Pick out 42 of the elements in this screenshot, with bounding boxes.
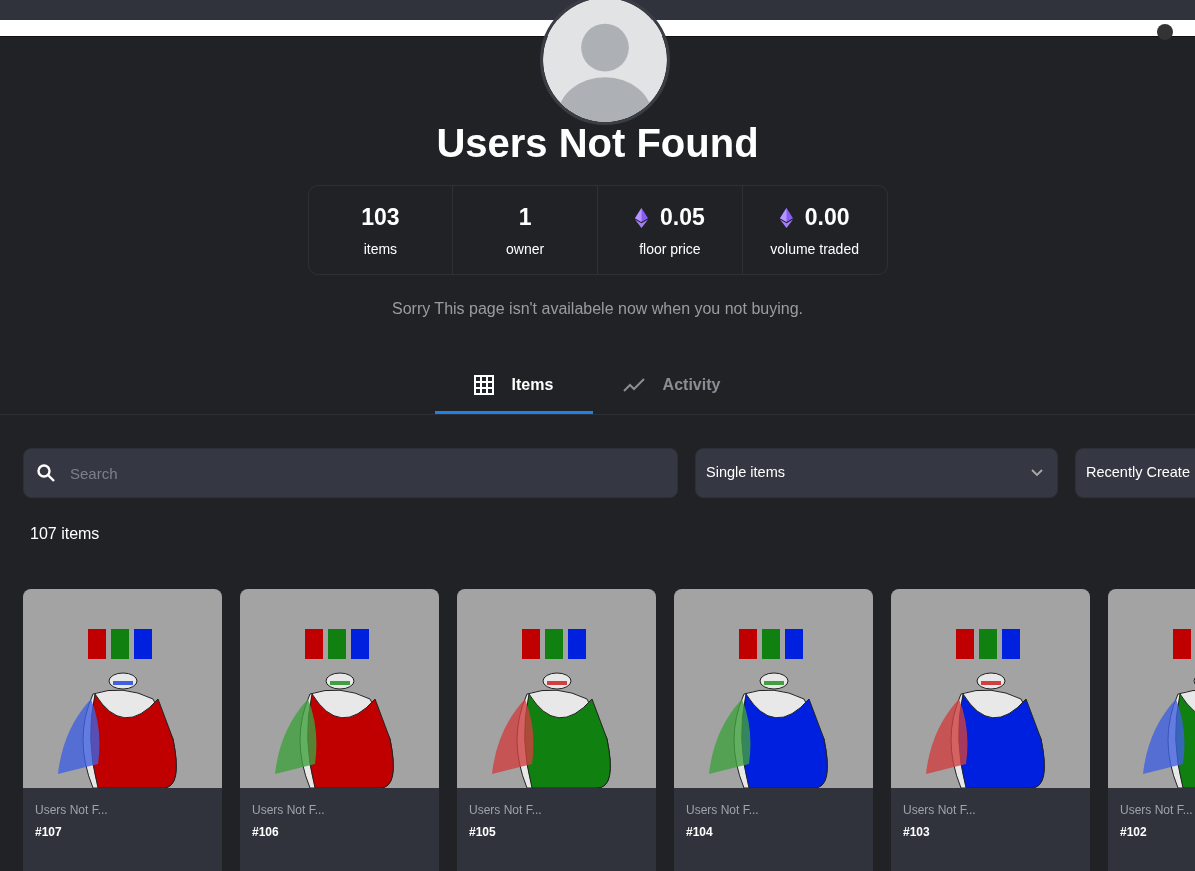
nft-card[interactable]: Users Not F... #106 bbox=[240, 589, 439, 871]
ethereum-icon bbox=[635, 207, 648, 228]
nft-card[interactable]: Users Not F... #103 bbox=[891, 589, 1090, 871]
nft-card[interactable]: Users Not F... #102 bbox=[1108, 589, 1195, 871]
collection-name: Users Not F... bbox=[902, 802, 977, 819]
nft-card[interactable]: Users Not F... #105 bbox=[457, 589, 656, 871]
description-text: Sorry This page isn't availabele now when you not buying. bbox=[391, 299, 804, 319]
stat-value: 0.05 bbox=[660, 203, 705, 233]
item-name: #102 bbox=[1119, 824, 1148, 841]
collection-name: Users Not F... bbox=[34, 802, 109, 819]
collection-name: Users Not F... bbox=[685, 802, 760, 819]
tab[interactable]: Items bbox=[434, 365, 593, 414]
search-icon bbox=[37, 464, 55, 482]
stat-label: items bbox=[363, 239, 398, 259]
avatar-icon bbox=[540, 0, 670, 125]
stat-value: 103 bbox=[361, 203, 400, 233]
profile-icon[interactable] bbox=[1157, 24, 1173, 40]
collection-name: Users Not F... bbox=[251, 802, 326, 819]
item-name: #103 bbox=[902, 824, 931, 841]
collection-title: Users Not Found bbox=[435, 121, 760, 165]
stat-label: volume traded bbox=[770, 239, 859, 259]
item-name: #104 bbox=[685, 824, 714, 841]
collection-name: Users Not F... bbox=[1119, 802, 1194, 819]
stat-value: 1 bbox=[518, 203, 532, 233]
stat-label: owner bbox=[506, 239, 545, 259]
item-name: #106 bbox=[251, 824, 280, 841]
chart-line-icon bbox=[622, 378, 645, 392]
nft-card[interactable]: Users Not F... #104 bbox=[674, 589, 873, 871]
ethereum-icon bbox=[779, 207, 793, 228]
item-name: #107 bbox=[34, 824, 63, 841]
stat-value: 0.00 bbox=[804, 203, 850, 233]
grid-icon bbox=[473, 375, 494, 395]
tab[interactable]: Activity bbox=[592, 365, 751, 414]
item-count: 107 items bbox=[30, 525, 100, 542]
search-field[interactable]: Search bbox=[23, 448, 678, 498]
dropdown[interactable]: Single items bbox=[695, 448, 1058, 498]
chevron-down-icon bbox=[1031, 469, 1043, 477]
stat-label: floor price bbox=[639, 239, 701, 259]
item-name: #105 bbox=[468, 824, 497, 841]
collection-name: Users Not F... bbox=[468, 802, 543, 819]
nft-card[interactable]: Users Not F... #107 bbox=[23, 589, 222, 871]
dropdown[interactable]: Recently Create bbox=[1075, 448, 1195, 498]
